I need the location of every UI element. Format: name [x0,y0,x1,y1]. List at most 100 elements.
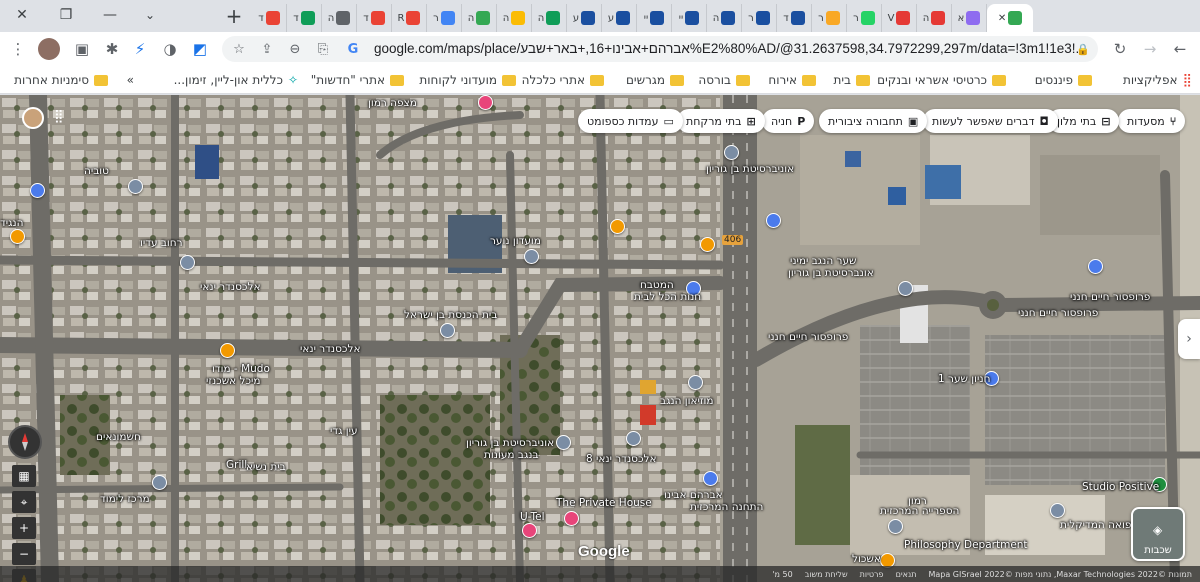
tab[interactable]: ד [252,4,287,32]
extensions-puzzle-icon[interactable]: ✱ [100,37,124,61]
avatar[interactable] [22,107,44,129]
tab[interactable]: R [392,4,427,32]
transit-pin[interactable] [30,183,45,198]
bookmark-apps[interactable]: ⣿ אפליקציות [1123,71,1192,89]
place-pin[interactable] [688,375,703,390]
avatar[interactable] [38,38,60,60]
place-pin[interactable] [180,255,195,270]
extension-icon[interactable]: ◑ [158,37,182,61]
place-pin[interactable] [898,281,913,296]
zoom-icon[interactable]: ⊖ [286,40,304,58]
feedback-link[interactable]: שליחת משוב [805,570,848,579]
hotel-pin[interactable] [478,95,493,110]
close-window-button[interactable]: ✕ [0,0,44,30]
reload-icon[interactable]: ↻ [1108,37,1132,61]
place-pin[interactable] [888,519,903,534]
shopping-pin[interactable] [610,219,625,234]
shopping-pin[interactable] [10,229,25,244]
place-pin[interactable] [626,431,641,446]
tab[interactable]: V [882,4,917,32]
place-pin[interactable] [556,435,571,450]
tab[interactable]: ר [847,4,882,32]
hotel-pin[interactable] [564,511,579,526]
chip-restaurants[interactable]: ⑂ מסעדות [1118,109,1186,133]
chip-atms[interactable]: ▭ עמדות כספומט [578,109,683,133]
address-bar[interactable]: ☆ ⇪ ⊖ ⎘ G google.com/maps/place/אברהם+אב… [222,36,1098,62]
bookmark-folder[interactable]: אירוח [768,71,816,89]
bookmark-folder[interactable]: אתרי "חדשות" [311,71,404,89]
bookmark-folder[interactable]: בורסה [698,71,750,89]
privacy-link[interactable]: פרטיות [860,570,884,579]
tab-active[interactable]: ✕ [987,4,1033,32]
bookmark-kuppah[interactable]: ✧ כללית און-ליין, זימון... [174,71,298,89]
chip-things-to-do[interactable]: ◘ דברים שאפשר לעשות [923,109,1058,133]
chip-transit[interactable]: ▣ תחבורה ציבורית [819,109,928,133]
bookmark-star-icon[interactable]: ☆ [230,40,248,58]
shopping-pin[interactable] [700,237,715,252]
compass-icon[interactable] [8,425,42,459]
bookmarks-overflow-button[interactable]: » [127,71,134,89]
chip-pharmacies[interactable]: ⊞ בתי מרקחת [677,109,765,133]
tab[interactable]: ע [602,4,637,32]
bookmark-folder[interactable]: אתרי כלכלה [522,71,604,89]
chip-parking[interactable]: P חניה [762,109,815,133]
place-pin[interactable] [766,213,781,228]
map-canvas[interactable]: ⑂ מסעדות ⊟ בתי מלון ◘ דברים שאפשר לעשות ▣ תח… [0,95,1200,582]
minimize-window-button[interactable]: — [88,0,132,30]
bookmark-folder[interactable]: מגרשים [626,71,684,89]
new-tab-button[interactable]: + [220,0,248,32]
tab[interactable]: ה [532,4,567,32]
tab[interactable]: ד [287,4,322,32]
scale-bar[interactable]: 50 מ' [772,570,792,579]
place-pin[interactable] [524,249,539,264]
tab[interactable]: א [952,4,987,32]
layers-button[interactable]: ◈ שכבות [1131,507,1185,561]
tab[interactable]: ע [567,4,602,32]
place-pin[interactable] [1050,503,1065,518]
bookmark-folder[interactable]: מועדוני לקוחות [419,71,516,89]
tab[interactable]: ר [742,4,777,32]
tab[interactable]: ה [462,4,497,32]
tab[interactable]: ר [427,4,462,32]
tab[interactable]: ה [497,4,532,32]
chip-hotels[interactable]: ⊟ בתי מלון [1048,109,1120,133]
shopping-pin[interactable] [220,343,235,358]
install-icon[interactable]: ⎘ [314,40,332,58]
zoom-in-button[interactable]: + [12,517,36,539]
collapse-panel-chevron-icon[interactable]: › [1178,319,1200,359]
tab[interactable]: ד [357,4,392,32]
tab[interactable]: ה [707,4,742,32]
place-pin[interactable] [724,145,739,160]
extension-icon[interactable]: ⚡ [128,37,152,61]
other-bookmarks[interactable]: סימניות אחרות [14,71,108,89]
tab[interactable]: ד [777,4,812,32]
bookmark-folder[interactable]: כרטיסי אשראי ובנקים [877,71,1006,89]
bookmark-folder[interactable]: בית [833,71,870,89]
tab[interactable]: ר [812,4,847,32]
forward-icon[interactable]: → [1138,37,1162,61]
grid-view-icon[interactable]: ▦ [12,465,36,487]
tab[interactable]: ה [917,4,952,32]
place-pin[interactable] [128,179,143,194]
sidebar-icon[interactable]: ▣ [70,37,94,61]
place-pin[interactable] [152,475,167,490]
tab-search-chevron-icon[interactable]: ⌄ [136,0,164,30]
extension-icon[interactable]: ◩ [188,37,212,61]
bookmark-folder[interactable]: פיננסים [1035,71,1092,89]
url-text[interactable]: google.com/maps/place/אברהם+אבינו+16,+בא… [374,41,1087,56]
tab[interactable]: יי [672,4,707,32]
lock-icon[interactable]: 🔒 [1074,40,1092,58]
restore-window-button[interactable]: ❐ [44,0,88,30]
apps-grid-icon[interactable]: ⣿ [54,109,72,127]
back-icon[interactable]: ← [1168,37,1192,61]
tab[interactable]: ה [322,4,357,32]
place-pin[interactable] [1088,259,1103,274]
close-tab-icon[interactable]: ✕ [998,13,1006,24]
tab[interactable]: יי [637,4,672,32]
place-pin[interactable] [440,323,455,338]
my-location-icon[interactable]: ⌖ [12,491,36,513]
hotel-pin[interactable] [522,523,537,538]
zoom-out-button[interactable]: − [12,543,36,565]
place-pin[interactable] [703,471,718,486]
terms-link[interactable]: תנאים [896,570,917,579]
